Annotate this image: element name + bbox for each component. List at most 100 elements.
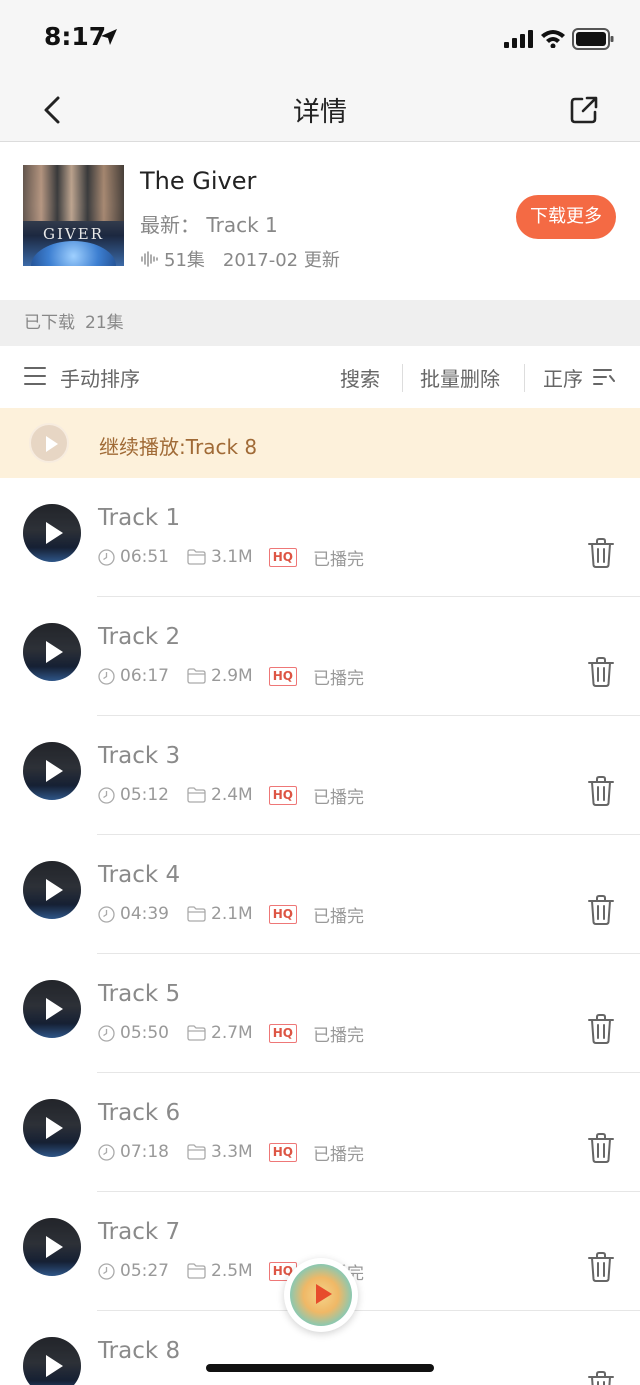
trash-icon[interactable] <box>588 1014 614 1044</box>
hq-badge: HQ <box>268 1023 297 1043</box>
track-play-icon[interactable] <box>23 1218 81 1276</box>
track-row[interactable]: Track 6 07:18 3.3M HQ 已播完 <box>0 1073 640 1192</box>
page-title: 详情 <box>293 97 347 128</box>
folder-icon <box>187 787 206 803</box>
track-play-icon[interactable] <box>23 980 81 1038</box>
hq-badge: HQ <box>268 904 297 924</box>
floating-player-button[interactable] <box>284 1258 358 1332</box>
track-meta: 04:39 2.1M HQ 已播完 <box>98 903 364 927</box>
track-duration: 06:17 <box>120 666 169 686</box>
track-meta: 05:12 2.4M HQ 已播完 <box>98 784 364 808</box>
home-indicator <box>206 1364 434 1372</box>
track-size: 2.9M <box>211 666 253 686</box>
track-name: Track 7 <box>98 1219 181 1245</box>
folder-icon <box>187 549 206 565</box>
folder-icon <box>187 668 206 684</box>
track-name: Track 4 <box>98 862 181 888</box>
track-duration: 05:50 <box>120 1023 169 1043</box>
track-meta: 06:17 2.9M HQ 已播完 <box>98 665 364 689</box>
download-more-button[interactable]: 下载更多 <box>516 195 616 239</box>
downloaded-count: 21集 <box>85 313 124 333</box>
clock-icon <box>98 786 115 804</box>
track-play-icon[interactable] <box>23 742 81 800</box>
track-row[interactable]: Track 2 06:17 2.9M HQ 已播完 <box>0 597 640 716</box>
hq-badge: HQ <box>268 547 297 567</box>
update-date: 2017-02 更新 <box>222 250 340 271</box>
status-time: 8:17 <box>44 22 107 51</box>
trash-icon[interactable] <box>588 538 614 568</box>
track-size: 2.1M <box>211 904 253 924</box>
album-cover[interactable]: GIVER <box>23 165 124 266</box>
nav-bar: 详情 <box>0 80 640 142</box>
track-duration: 04:39 <box>120 904 169 924</box>
cover-globe <box>31 241 116 266</box>
clock-icon <box>98 1262 115 1280</box>
track-play-icon[interactable] <box>23 1099 81 1157</box>
wifi-icon <box>541 30 565 48</box>
track-size: 3.3M <box>211 1142 253 1162</box>
trash-icon[interactable] <box>588 1371 614 1385</box>
sort-order-icon[interactable] <box>593 368 615 386</box>
batch-delete-button[interactable]: 批量删除 <box>420 363 500 392</box>
track-meta: 06:51 3.1M HQ 已播完 <box>98 546 364 570</box>
track-duration: 07:18 <box>120 1142 169 1162</box>
clock-icon <box>98 548 115 566</box>
track-name: Track 3 <box>98 743 181 769</box>
track-name: Track 5 <box>98 981 181 1007</box>
played-status: 已播完 <box>312 906 364 927</box>
resume-bar[interactable]: 继续播放:Track 8 <box>0 408 640 478</box>
status-bar: 8:17 <box>0 0 640 80</box>
now-playing-artwork[interactable] <box>290 1264 352 1326</box>
episode-count: 51集 <box>164 250 205 271</box>
folder-icon <box>187 1263 206 1279</box>
track-play-icon[interactable] <box>23 504 81 562</box>
track-play-icon[interactable] <box>23 1337 81 1385</box>
played-status: 已播完 <box>312 668 364 689</box>
track-duration: 06:51 <box>120 547 169 567</box>
trash-icon[interactable] <box>588 895 614 925</box>
list-toolbar: 手动排序 搜索 批量删除 正序 <box>0 346 640 408</box>
track-row[interactable]: Track 3 05:12 2.4M HQ 已播完 <box>0 716 640 835</box>
played-status: 已播完 <box>312 549 364 570</box>
waveform-icon <box>141 251 158 267</box>
toolbar-divider <box>402 364 403 392</box>
track-name: Track 2 <box>98 624 181 650</box>
hq-badge: HQ <box>268 785 297 805</box>
track-name: Track 8 <box>98 1338 181 1364</box>
signal-icon <box>504 30 533 48</box>
cover-title: GIVER <box>43 225 104 243</box>
track-meta: 07:18 3.3M HQ 已播完 <box>98 1141 364 1165</box>
trash-icon[interactable] <box>588 776 614 806</box>
track-size: 2.7M <box>211 1023 253 1043</box>
search-button[interactable]: 搜索 <box>340 363 380 392</box>
trash-icon[interactable] <box>588 1252 614 1282</box>
track-row[interactable]: Track 1 06:51 3.1M HQ 已播完 <box>0 478 640 597</box>
clock-icon <box>98 667 115 685</box>
order-button[interactable]: 正序 <box>543 363 583 392</box>
menu-lines-icon[interactable] <box>24 366 46 386</box>
track-row[interactable]: Track 5 05:50 2.7M HQ 已播完 <box>0 954 640 1073</box>
track-play-icon[interactable] <box>23 861 81 919</box>
track-play-icon[interactable] <box>23 623 81 681</box>
track-name: Track 1 <box>98 505 181 531</box>
album-meta: 51集 2017-02 更新 <box>140 246 340 272</box>
track-size: 2.5M <box>211 1261 253 1281</box>
trash-icon[interactable] <box>588 657 614 687</box>
album-title: The Giver <box>140 167 257 195</box>
resume-play-icon[interactable] <box>29 423 69 463</box>
downloaded-label: 已下载 <box>24 313 75 333</box>
manual-sort-button[interactable]: 手动排序 <box>60 363 140 392</box>
track-list: Track 1 06:51 3.1M HQ 已播完 Track 2 06:17 … <box>0 478 640 1385</box>
folder-icon <box>187 1025 206 1041</box>
track-duration: 05:27 <box>120 1261 169 1281</box>
location-arrow-icon <box>101 29 117 45</box>
folder-icon <box>187 906 206 922</box>
track-row[interactable]: Track 4 04:39 2.1M HQ 已播完 <box>0 835 640 954</box>
share-icon[interactable] <box>568 94 600 126</box>
played-status: 已播完 <box>312 1144 364 1165</box>
trash-icon[interactable] <box>588 1133 614 1163</box>
clock-icon <box>98 905 115 923</box>
played-status: 已播完 <box>312 1025 364 1046</box>
downloaded-bar: 已下载 21集 <box>0 300 640 346</box>
clock-icon <box>98 1024 115 1042</box>
